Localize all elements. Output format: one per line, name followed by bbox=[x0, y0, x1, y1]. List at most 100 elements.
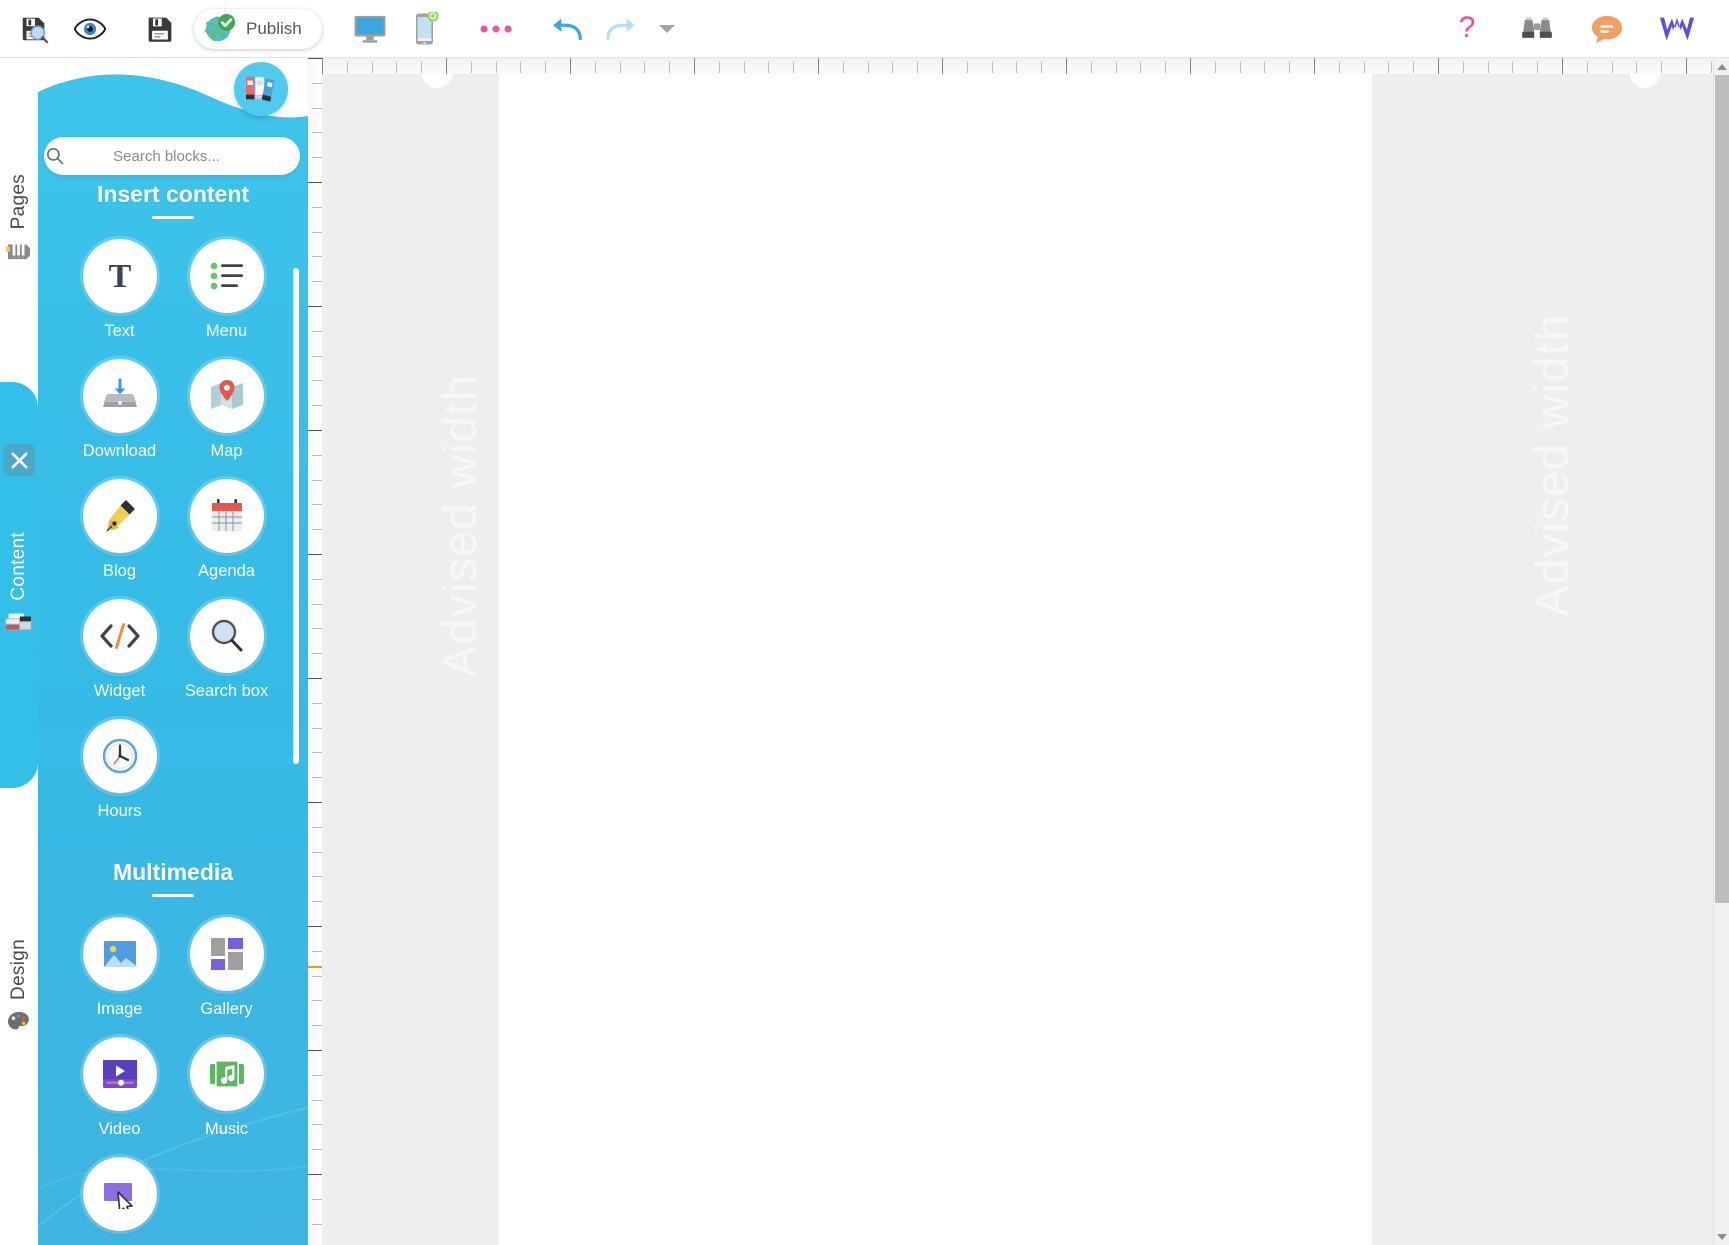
question-mark-icon: ? bbox=[1459, 11, 1476, 44]
block-label: Map bbox=[210, 442, 243, 460]
floppy-icon bbox=[148, 17, 172, 42]
publish-button[interactable]: Publish bbox=[194, 8, 322, 49]
ruler-tick bbox=[308, 1050, 322, 1051]
ruler-tick bbox=[917, 62, 918, 73]
block-label: Gallery bbox=[200, 1000, 253, 1018]
block-label: Music bbox=[204, 1120, 249, 1138]
triangle-up-icon bbox=[1717, 63, 1727, 70]
preview-icon[interactable] bbox=[62, 3, 118, 55]
button-cursor-icon bbox=[103, 1183, 133, 1209]
block-hours[interactable]: Hours bbox=[66, 719, 173, 821]
pages-icon bbox=[6, 239, 32, 266]
page-content-area[interactable] bbox=[499, 74, 1372, 1245]
block-bubble bbox=[82, 479, 157, 553]
history-dropdown-button[interactable] bbox=[650, 3, 684, 55]
block-label: Widget bbox=[93, 682, 146, 700]
section-title-multimedia: Multimedia bbox=[112, 859, 234, 885]
ruler-tick bbox=[1711, 62, 1712, 73]
block-map[interactable]: Map bbox=[173, 359, 280, 461]
block-download[interactable]: Download bbox=[66, 359, 173, 461]
ruler-tick bbox=[312, 628, 322, 629]
ruler-tick bbox=[308, 802, 322, 803]
block-button[interactable] bbox=[66, 1157, 173, 1240]
close-panel-button[interactable] bbox=[3, 444, 35, 476]
block-label: Menu bbox=[205, 322, 248, 340]
advised-width-handle-right[interactable] bbox=[1630, 74, 1660, 88]
ruler-tick bbox=[1140, 62, 1141, 73]
vertical-ruler[interactable] bbox=[308, 58, 323, 1245]
undo-button[interactable] bbox=[538, 3, 594, 55]
redo-arrow-icon bbox=[605, 18, 635, 40]
block-bubble bbox=[189, 479, 264, 553]
block-text[interactable]: T Text bbox=[66, 239, 173, 341]
block-label: Hours bbox=[97, 802, 142, 820]
ruler-tick bbox=[1364, 62, 1365, 73]
mobile-view-button[interactable] bbox=[398, 3, 454, 55]
block-blog[interactable]: Blog bbox=[66, 479, 173, 581]
ruler-tick bbox=[1240, 62, 1241, 73]
panel-scrollbar-thumb[interactable] bbox=[293, 268, 299, 764]
binders-badge-button[interactable] bbox=[234, 62, 288, 116]
ruler-tick bbox=[471, 62, 472, 73]
block-menu[interactable]: Menu bbox=[173, 239, 280, 341]
ruler-tick bbox=[620, 62, 621, 73]
block-search-box[interactable]: Search box bbox=[173, 599, 280, 701]
toolbar-left-group: Publish bbox=[0, 3, 684, 55]
preview-save-icon[interactable] bbox=[6, 3, 62, 55]
ruler-tick bbox=[312, 728, 322, 729]
page-canvas[interactable]: Advised width Advised width bbox=[322, 74, 1713, 1245]
search-input[interactable] bbox=[65, 138, 300, 174]
scroll-up-button[interactable] bbox=[1714, 58, 1729, 75]
block-widget[interactable]: Widget bbox=[66, 599, 173, 701]
ruler-tick bbox=[1463, 62, 1464, 73]
sidebar-item-pages[interactable]: Pages bbox=[0, 58, 38, 382]
more-options-button[interactable] bbox=[468, 3, 524, 55]
scroll-down-button[interactable] bbox=[1714, 1228, 1729, 1245]
horizontal-ruler[interactable] bbox=[322, 58, 1729, 74]
help-button[interactable]: ? bbox=[1439, 3, 1495, 55]
ruler-marker bbox=[308, 966, 322, 968]
search-blocks-field[interactable] bbox=[44, 137, 300, 175]
ruler-tick bbox=[312, 604, 322, 605]
sidebar-item-content-label: Content bbox=[8, 532, 29, 601]
ruler-tick bbox=[312, 256, 322, 257]
block-bubble bbox=[189, 599, 264, 673]
ruler-tick bbox=[1339, 62, 1340, 73]
block-music[interactable]: Music bbox=[173, 1037, 280, 1139]
picture-icon bbox=[103, 941, 138, 967]
ruler-tick bbox=[1413, 62, 1414, 73]
explore-button[interactable] bbox=[1509, 3, 1565, 55]
block-image[interactable]: Image bbox=[66, 917, 173, 1019]
block-gallery[interactable]: Gallery bbox=[173, 917, 280, 1019]
ruler-tick bbox=[347, 62, 348, 73]
ruler-tick bbox=[1215, 62, 1216, 73]
ruler-tick bbox=[520, 62, 521, 73]
advised-width-handle-left[interactable] bbox=[422, 74, 452, 88]
ruler-tick bbox=[868, 62, 869, 73]
monitor-icon bbox=[354, 15, 386, 43]
sidebar-item-content[interactable]: Content bbox=[0, 382, 38, 788]
block-label: Download bbox=[82, 442, 157, 460]
chat-support-button[interactable] bbox=[1579, 3, 1635, 55]
block-label: Text bbox=[104, 322, 135, 340]
ruler-tick bbox=[992, 62, 993, 73]
block-agenda[interactable]: Agenda bbox=[173, 479, 280, 581]
save-icon[interactable] bbox=[132, 3, 188, 55]
ruler-tick bbox=[312, 157, 322, 158]
ruler-tick bbox=[719, 62, 720, 73]
sidebar-item-pages-label: Pages bbox=[8, 173, 29, 230]
block-video[interactable]: Video bbox=[66, 1037, 173, 1139]
ruler-tick bbox=[312, 331, 322, 332]
canvas-vertical-scrollbar[interactable] bbox=[1713, 58, 1729, 1245]
ruler-tick bbox=[1488, 62, 1489, 73]
sidebar-item-design[interactable]: Design bbox=[0, 788, 38, 1188]
ruler-tick bbox=[312, 951, 322, 952]
ruler-tick bbox=[1066, 58, 1067, 74]
desktop-view-button[interactable] bbox=[342, 3, 398, 55]
scrollbar-thumb[interactable] bbox=[1715, 75, 1729, 903]
redo-button[interactable] bbox=[594, 3, 650, 55]
block-bubble bbox=[82, 719, 157, 793]
chevron-down-icon bbox=[658, 24, 675, 33]
brand-logo[interactable] bbox=[1649, 3, 1705, 55]
search-icon bbox=[44, 147, 65, 165]
